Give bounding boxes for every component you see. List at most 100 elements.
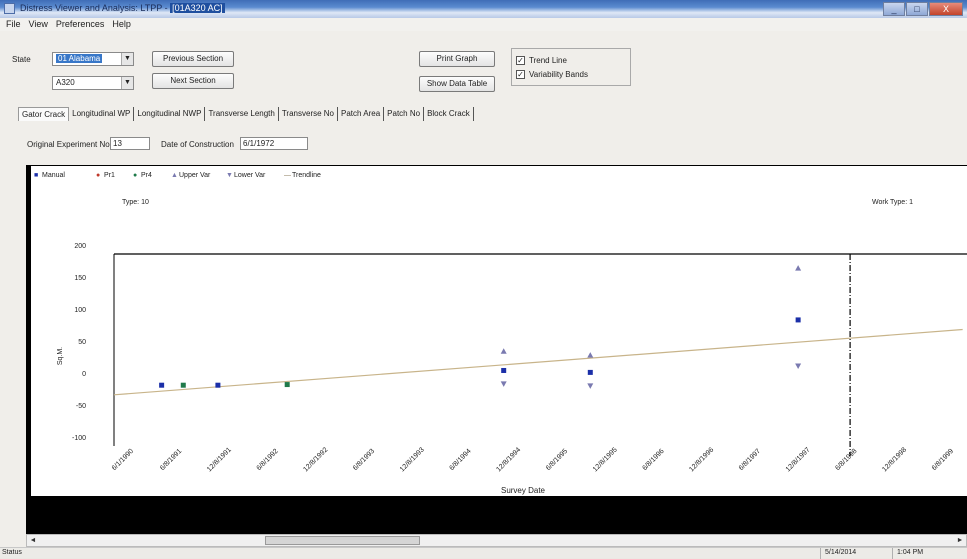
x-tick-label: 12/8/1992 [302,446,329,473]
legend-marker-3: ▲ [171,172,178,179]
point-lower-var [587,383,594,389]
legend-marker-5: — [284,172,291,179]
scroll-left-icon[interactable]: ◄ [27,535,39,546]
legend-marker-4: ▼ [226,172,233,179]
chart-type-label: Type: 10 [122,199,149,206]
checkbox-check-icon[interactable]: ✓ [516,70,525,79]
tab-block-crack[interactable]: Block Crack [424,107,474,121]
experiment-field[interactable]: 13 [110,137,150,150]
trend-line-checkbox[interactable]: ✓ Trend Line [516,56,567,65]
y-tick-label: 100 [74,307,86,314]
status-text: Status [2,549,22,556]
point-manual [795,317,801,323]
legend-marker-0: ■ [34,172,38,179]
minimize-button[interactable]: _ [883,2,905,16]
point-manual [215,382,221,388]
point-upper-var [587,352,594,358]
menu-preferences[interactable]: Preferences [56,18,105,31]
maximize-button[interactable]: □ [906,2,928,16]
x-tick-label: 12/8/1994 [495,446,522,473]
show-data-table-button[interactable]: Show Data Table [419,76,495,92]
x-tick-label: 12/8/1997 [785,446,812,473]
point-manual [501,367,507,373]
section-select[interactable]: A320 ▼ [52,76,134,90]
point-pr4 [284,382,290,388]
y-tick-label: 50 [78,339,86,346]
x-tick-label: 6/1/1990 [111,448,135,472]
tab-transverse-no[interactable]: Transverse No [279,107,339,121]
point-lower-var [500,381,507,387]
state-select[interactable]: 01 Alabama ▼ [52,52,134,66]
next-section-button[interactable]: Next Section [152,73,234,89]
chevron-down-icon[interactable]: ▼ [121,77,133,89]
status-bar: Status 5/14/2014 1:04 PM [0,547,967,559]
point-upper-var [795,265,802,271]
x-tick-label: 12/8/1991 [206,446,233,473]
scroll-right-icon[interactable]: ► [954,535,966,546]
y-tick-label: 150 [74,275,86,282]
x-tick-label: 12/8/1998 [881,446,908,473]
point-manual [587,369,593,375]
legend-label-1: Pr1 [104,172,115,179]
chart-left-bar [26,165,31,496]
app-window: Distress Viewer and Analysis: LTPP - [01… [0,0,967,559]
options-group [511,48,631,86]
checkbox-check-icon[interactable]: ✓ [516,56,525,65]
x-tick-label: 6/8/1998 [834,448,858,472]
close-button[interactable]: X [929,2,963,16]
tab-longitudinal-wp[interactable]: Longitudinal WP [69,107,135,121]
menu-help[interactable]: Help [112,18,131,31]
horizontal-scrollbar[interactable]: ◄ ► [26,534,967,547]
tab-patch-area[interactable]: Patch Area [338,107,385,121]
trendline [113,328,963,396]
variability-bands-checkbox[interactable]: ✓ Variability Bands [516,70,588,79]
x-tick-label: 12/8/1993 [399,446,426,473]
title-bar: Distress Viewer and Analysis: LTPP - [01… [0,0,967,18]
x-tick-label: 6/8/1994 [448,448,472,472]
menu-view[interactable]: View [29,18,48,31]
x-tick-label: 6/8/1991 [159,448,183,472]
x-tick-label: 6/8/1995 [545,448,569,472]
tab-gator-crack[interactable]: Gator Crack [18,107,70,121]
legend-marker-1: ● [96,172,100,179]
tab-transverse-length[interactable]: Transverse Length [205,107,279,121]
menu-file[interactable]: File [6,18,21,31]
x-tick-label: 6/8/1992 [256,448,280,472]
point-lower-var [795,363,802,369]
y-tick-label: 0 [82,371,86,378]
window-title: Distress Viewer and Analysis: LTPP - [01… [20,3,225,13]
y-tick-label: 200 [74,243,86,250]
point-upper-var [500,348,507,354]
chart-work-type-label: Work Type: 1 [872,199,913,206]
x-tick-label: 12/8/1996 [688,446,715,473]
x-tick-label: 6/8/1999 [931,448,955,472]
legend-label-4: Lower Var [234,172,266,179]
status-time: 1:04 PM [892,548,923,559]
experiment-label: Original Experiment No. [27,140,112,149]
construction-date-field[interactable]: 6/1/1972 [240,137,308,150]
y-tick-label: -50 [76,403,86,410]
distress-tabs: Gator Crack Longitudinal WP Longitudinal… [18,107,474,121]
chart-panel: ■ Manual ● Pr1 ● Pr4 ▲ Upper Var ▼ Lower Var — Tren… [26,165,967,534]
y-tick-label: -100 [72,435,86,442]
tab-longitudinal-nwp[interactable]: Longitudinal NWP [134,107,206,121]
tab-patch-no[interactable]: Patch No [384,107,425,121]
x-tick-label: 6/8/1997 [738,448,762,472]
print-graph-button[interactable]: Print Graph [419,51,495,67]
legend-label-2: Pr4 [141,172,152,179]
menu-bar: File View Preferences Help [0,18,967,31]
chevron-down-icon[interactable]: ▼ [121,53,133,65]
x-axis-label: Survey Date [501,486,546,495]
legend-marker-2: ● [133,172,137,179]
x-tick-label: 12/8/1995 [592,446,619,473]
construction-label: Date of Construction [161,140,234,149]
scroll-thumb[interactable] [265,536,420,545]
chart-bottom-band [26,496,967,534]
y-axis-label: Sq.M. [57,347,64,365]
legend-label-3: Upper Var [179,172,211,179]
legend-label-5: Trendline [292,172,321,179]
app-icon [4,3,15,14]
previous-section-button[interactable]: Previous Section [152,51,234,67]
state-label: State [12,55,31,64]
point-manual [159,382,165,388]
